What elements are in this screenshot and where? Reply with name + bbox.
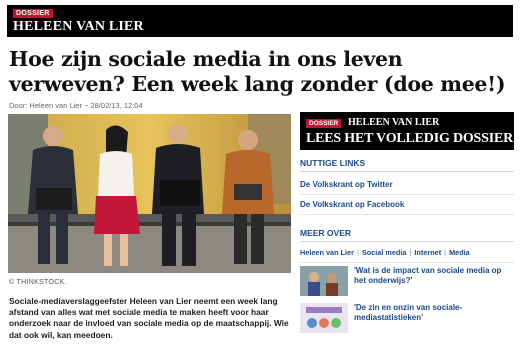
more-about-title: MEER OVER: [300, 228, 514, 242]
article-byline: Door: Heleen van Lier − 28/02/13, 12:04: [9, 101, 143, 110]
article-headline: Hoe zijn sociale media in ons leven verw…: [9, 47, 506, 96]
tag-separator: |: [409, 248, 412, 257]
related-article[interactable]: 'Wat is de impact van sociale media op h…: [300, 266, 514, 300]
related-article-title[interactable]: 'Wat is de impact van sociale media op h…: [354, 266, 514, 286]
dossier-tag: DOSSIER: [13, 9, 53, 18]
promo-tag: DOSSIER: [306, 119, 342, 128]
topic-tags: Heleen van Lier | Social media | Internet | Me…: [300, 248, 514, 263]
article-photo: [8, 114, 291, 273]
tag-internet[interactable]: Internet: [414, 248, 441, 257]
related-thumbnail: [300, 303, 348, 333]
article-intro: Sociale-mediaverslaggeefster Heleen van …: [9, 296, 289, 340]
related-article-title[interactable]: 'De zin en onzin van sociale-mediastatis…: [354, 303, 514, 323]
dossier-promo[interactable]: DOSSIER HELEEN VAN LIER LEES HET VOLLEDI…: [300, 112, 514, 162]
related-thumbnail: [300, 266, 348, 296]
tag-separator: |: [444, 248, 447, 257]
dossier-banner[interactable]: DOSSIER HELEEN VAN LIER: [7, 5, 513, 37]
useful-links-title: NUTTIGE LINKS: [300, 158, 514, 172]
promo-name: HELEEN VAN LIER: [348, 117, 440, 128]
tag-media[interactable]: Media: [449, 248, 470, 257]
photo-caption: © THINKSTOCK.: [9, 279, 67, 286]
tag-separator: |: [356, 248, 359, 257]
tag-social-media[interactable]: Social media: [362, 248, 407, 257]
twitter-link[interactable]: De Volkskrant op Twitter: [300, 180, 514, 195]
tag-heleen-van-lier[interactable]: Heleen van Lier: [300, 248, 354, 257]
dossier-title: HELEEN VAN LIER: [13, 19, 144, 34]
related-article[interactable]: 'De zin en onzin van sociale-mediastatis…: [300, 303, 514, 337]
people-on-bench-image: [8, 114, 291, 273]
facebook-link[interactable]: De Volkskrant op Facebook: [300, 200, 514, 215]
